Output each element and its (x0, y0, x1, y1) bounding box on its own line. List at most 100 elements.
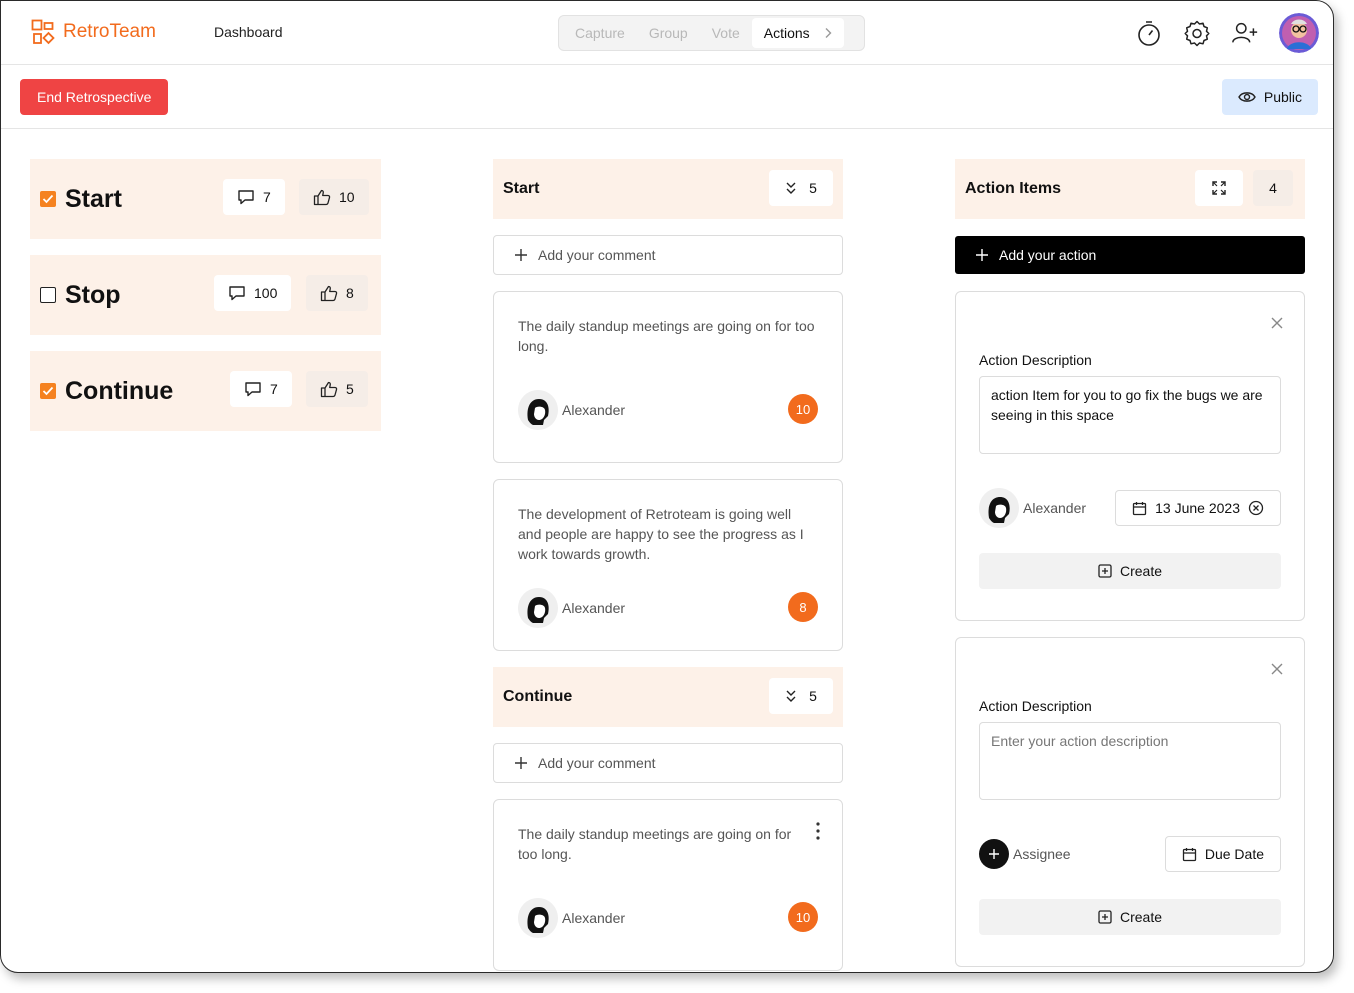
comment-count: 7 (263, 189, 271, 205)
category-title: Stop (65, 280, 121, 309)
category-start-checkbox[interactable] (40, 191, 56, 207)
comment-total: 5 (809, 180, 817, 196)
category-stop[interactable]: Stop 100 8 (30, 255, 381, 335)
category-title: Start (65, 184, 122, 213)
collapse-toggle[interactable]: 5 (769, 170, 833, 206)
chevrons-down-icon (786, 690, 796, 702)
settings-button[interactable] (1183, 19, 1211, 47)
close-icon[interactable] (1270, 316, 1284, 330)
step-capture[interactable]: Capture (575, 25, 625, 41)
due-date-picker[interactable]: 13 June 2023 (1115, 490, 1281, 526)
header-actions (1135, 13, 1319, 53)
vote-badge: 10 (788, 902, 818, 932)
comment-card[interactable]: The daily standup meetings are going on … (493, 291, 843, 463)
assignee-placeholder: Assignee (1013, 846, 1071, 862)
user-avatar-image (1279, 13, 1319, 53)
create-action-button[interactable]: Create (979, 553, 1281, 589)
plus-square-icon (1098, 564, 1112, 578)
public-label: Public (1263, 89, 1302, 105)
comment-text: The daily standup meetings are going on … (518, 826, 792, 862)
step-actions[interactable]: Actions (751, 18, 844, 48)
vote-badge: 8 (788, 592, 818, 622)
vote-count-pill[interactable]: 8 (306, 275, 368, 311)
retro-toolbar: End Retrospective Public (1, 65, 1333, 129)
assignee-picker[interactable]: Assignee (979, 839, 1071, 869)
app-name: RetroTeam (63, 21, 156, 42)
public-visibility-button[interactable]: Public (1221, 79, 1318, 115)
gear-icon (1184, 20, 1210, 47)
expand-button[interactable] (1195, 170, 1243, 206)
add-action-button[interactable]: Add your action (955, 236, 1305, 274)
app-logo[interactable]: RetroTeam (31, 19, 156, 45)
comment-count-pill[interactable]: 100 (214, 275, 292, 311)
clear-circle-icon[interactable] (1248, 500, 1264, 516)
category-stop-checkbox[interactable] (40, 287, 56, 303)
due-date-value: 13 June 2023 (1155, 500, 1240, 516)
chevrons-down-icon (786, 182, 796, 194)
comment-icon (238, 190, 254, 205)
comment-text: The development of Retroteam is going we… (518, 506, 804, 562)
comment-icon (245, 382, 261, 397)
action-description-input[interactable]: action Item for you to go fix the bugs w… (979, 376, 1281, 454)
comment-card[interactable]: The development of Retroteam is going we… (493, 479, 843, 651)
author-avatar-image (518, 390, 558, 430)
thumbs-up-icon (313, 189, 331, 205)
user-avatar[interactable] (1279, 13, 1319, 53)
add-action-label: Add your action (999, 247, 1097, 263)
vote-count-pill[interactable]: 10 (299, 179, 369, 215)
action-description-input[interactable]: Enter your action description (979, 722, 1281, 800)
end-retrospective-button[interactable]: End Retrospective (20, 79, 169, 115)
retroteam-logo-icon (31, 19, 55, 45)
due-date-picker[interactable]: Due Date (1164, 836, 1281, 872)
author-avatar (518, 898, 558, 938)
comment-count-pill[interactable]: 7 (223, 179, 285, 215)
action-assignee[interactable]: Alexander (979, 488, 1086, 528)
expand-icon (1212, 181, 1226, 195)
vote-count-pill[interactable]: 5 (306, 371, 368, 407)
author-avatar-image (518, 588, 558, 628)
checkmark-icon (42, 386, 54, 396)
vote-count: 10 (339, 189, 355, 205)
collapse-toggle[interactable]: 5 (769, 678, 833, 714)
comment-card[interactable]: The daily standup meetings are going on … (493, 799, 843, 971)
category-start[interactable]: Start 7 10 (30, 159, 381, 239)
phase-stepper: Capture Group Vote Actions (558, 15, 865, 51)
close-icon[interactable] (1270, 662, 1284, 676)
create-label: Create (1119, 563, 1163, 579)
author-name: Alexander (562, 910, 626, 926)
add-comment-continue[interactable]: Add your comment (493, 743, 843, 783)
due-date-placeholder: Due Date (1204, 846, 1264, 862)
section-title: Start (503, 180, 540, 197)
nav-dashboard-link[interactable]: Dashboard (214, 24, 283, 40)
category-continue-checkbox[interactable] (40, 383, 56, 399)
add-comment-label: Add your comment (538, 247, 656, 263)
more-vertical-icon[interactable] (816, 822, 820, 840)
step-vote[interactable]: Vote (712, 25, 740, 41)
comment-author: Alexander (518, 390, 625, 430)
comment-count: 7 (270, 381, 278, 397)
category-continue[interactable]: Continue 7 5 (30, 351, 381, 431)
app-window: RetroTeam Dashboard Capture Group Vote A… (0, 0, 1334, 973)
plus-icon (976, 249, 988, 261)
category-title: Continue (65, 376, 174, 405)
add-assignee-button[interactable] (979, 839, 1009, 869)
step-group[interactable]: Group (649, 25, 688, 41)
plus-icon (515, 249, 527, 261)
timer-button[interactable] (1135, 19, 1163, 47)
create-action-button[interactable]: Create (979, 899, 1281, 935)
step-actions-label: Actions (763, 25, 810, 41)
author-avatar-image (518, 898, 558, 938)
action-description-label: Action Description (979, 698, 1092, 714)
add-comment-start[interactable]: Add your comment (493, 235, 843, 275)
vote-badge: 10 (788, 394, 818, 424)
chevron-right-icon (825, 28, 832, 38)
plus-icon (515, 757, 527, 769)
comment-count-pill[interactable]: 7 (230, 371, 292, 407)
add-user-icon (1232, 22, 1258, 43)
author-avatar (518, 390, 558, 430)
top-bar: RetroTeam Dashboard Capture Group Vote A… (1, 1, 1333, 65)
assignee-avatar (979, 488, 1019, 528)
invite-user-button[interactable] (1231, 19, 1259, 47)
create-label: Create (1119, 909, 1163, 925)
comment-icon (229, 286, 245, 301)
